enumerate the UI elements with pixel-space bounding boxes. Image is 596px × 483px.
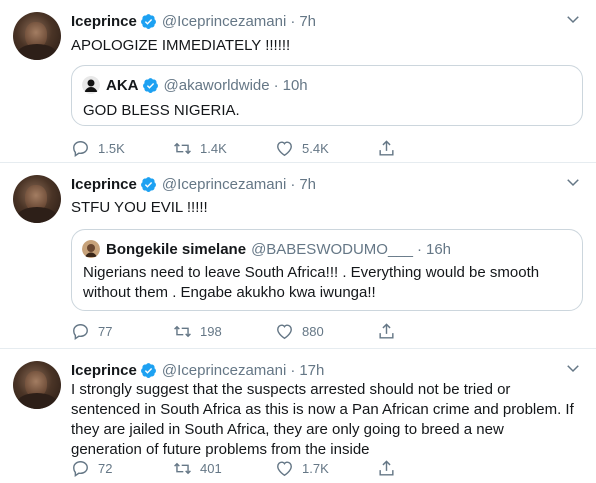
reply-count: 77 [98,323,113,339]
quote-header: AKA @akaworldwide · 10h [82,75,308,95]
verified-badge-icon [140,176,156,192]
retweet-button[interactable]: 198 [173,322,275,341]
heart-icon [277,140,292,156]
chevron-down-icon[interactable] [564,173,582,191]
like-button[interactable]: 1.7K [275,459,377,478]
retweet-count: 401 [200,460,222,476]
tweet-actions: 77 198 880 [71,321,479,341]
retweet-icon [174,462,191,474]
timestamp[interactable]: 7h [299,13,316,30]
author-handle[interactable]: @Iceprincezamani [162,362,286,379]
avatar[interactable] [13,175,61,223]
chevron-down-icon[interactable] [564,359,582,377]
quoted-tweet[interactable]: Bongekile simelane @BABESWODUMO___ · 16h… [71,229,583,311]
timestamp[interactable]: 7h [299,176,316,193]
tweet[interactable]: Iceprince @Iceprincezamani · 7h STFU YOU… [0,163,596,349]
separator-dot: · [417,240,422,258]
share-icon [379,459,394,476]
quote-author-handle: @BABESWODUMO___ [251,240,413,258]
share-icon [379,322,394,339]
tweet-text: APOLOGIZE IMMEDIATELY !!!!!! [71,37,291,54]
author-name[interactable]: Iceprince [71,362,137,379]
heart-icon [277,460,292,476]
tweet-actions: 1.5K 1.4K 5.4K [71,138,479,158]
reply-count: 1.5K [98,140,125,156]
retweet-button[interactable]: 1.4K [173,139,275,158]
avatar[interactable] [13,361,61,409]
like-count: 1.7K [302,460,329,476]
like-button[interactable]: 880 [275,322,377,341]
reply-icon [73,140,88,157]
chevron-down-icon[interactable] [564,10,582,28]
verified-badge-icon [142,77,158,93]
tweet-text: I strongly suggest that the suspects arr… [71,381,574,458]
share-button[interactable] [377,322,479,341]
quote-timestamp: 16h [426,240,452,258]
author-handle[interactable]: @Iceprincezamani [162,13,286,30]
timestamp[interactable]: 17h [299,362,324,379]
retweet-button[interactable]: 401 [173,459,275,478]
quoted-tweet[interactable]: AKA @akaworldwide · 10h GOD BLESS NIGERI… [71,65,583,126]
avatar [82,240,100,258]
verified-badge-icon [140,13,156,29]
like-count: 5.4K [302,140,329,156]
separator-dot: · [273,76,279,94]
quote-author-handle: @akaworldwide [163,76,270,94]
tweet-header: Iceprince @Iceprincezamani · 7h [71,11,316,31]
quote-author-name: Bongekile simelane [106,240,247,258]
tweet-header: Iceprince @Iceprincezamani · 7h [71,174,316,194]
share-button[interactable] [377,459,479,478]
retweet-icon [174,325,191,337]
avatar[interactable] [13,12,61,60]
separator-dot: · [290,12,296,30]
like-count: 880 [302,323,324,339]
tweet-text: STFU YOU EVIL !!!!! [71,199,208,216]
quote-text: GOD BLESS NIGERIA. [83,102,240,119]
separator-dot: · [290,175,296,193]
reply-count: 72 [98,460,113,476]
verified-badge-icon [140,362,156,378]
reply-button[interactable]: 77 [71,322,173,341]
heart-icon [277,323,292,339]
reply-button[interactable]: 1.5K [71,139,173,158]
reply-button[interactable]: 72 [71,459,173,478]
author-name[interactable]: Iceprince [71,176,137,193]
avatar [82,76,100,94]
share-button[interactable] [377,139,479,158]
tweet-actions: 72 401 1.7K [71,458,479,478]
reply-icon [73,323,88,340]
quote-header: Bongekile simelane @BABESWODUMO___ · 16h [82,239,451,259]
tweet[interactable]: Iceprince @Iceprincezamani · 7h APOLOGIZ… [0,0,596,163]
retweet-icon [174,142,191,154]
quote-author-name: AKA [106,76,139,94]
quote-timestamp: 10h [282,76,308,94]
retweet-count: 198 [200,323,222,339]
quote-text: Nigerians need to leave South Africa!!! … [83,264,540,301]
author-name[interactable]: Iceprince [71,13,137,30]
separator-dot: · [290,361,296,379]
tweet-header: Iceprince @Iceprincezamani · 17h [71,360,324,380]
reply-icon [73,460,88,477]
author-handle[interactable]: @Iceprincezamani [162,176,286,193]
share-icon [379,139,394,156]
tweet[interactable]: Iceprince @Iceprincezamani · 17h I stron… [0,349,596,483]
retweet-count: 1.4K [200,140,227,156]
like-button[interactable]: 5.4K [275,139,377,158]
